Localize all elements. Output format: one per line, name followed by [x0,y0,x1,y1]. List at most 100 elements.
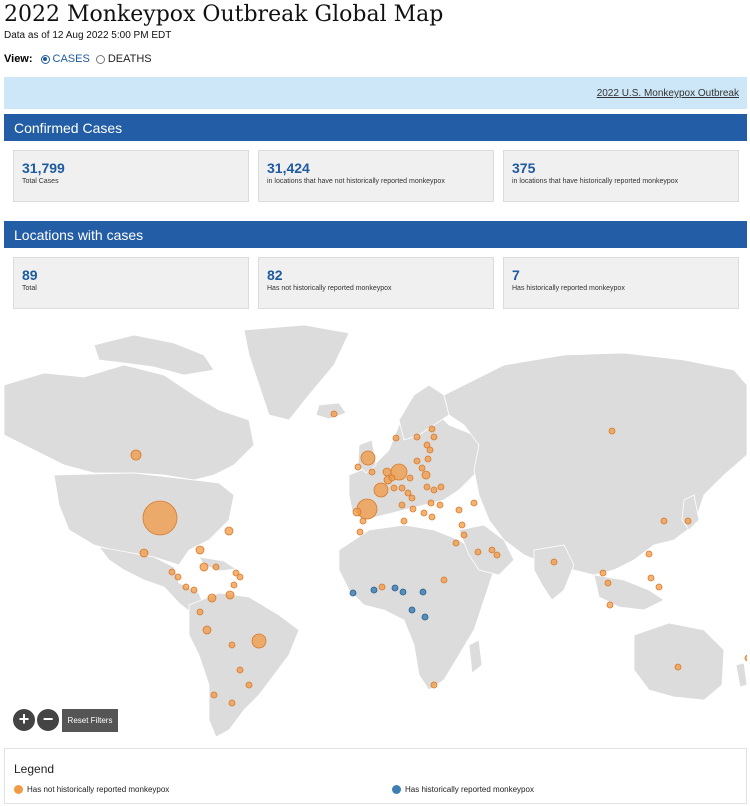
case-bubble-not-historical[interactable] [224,526,234,536]
case-bubble-not-historical[interactable] [455,506,463,514]
case-bubble-not-historical[interactable] [245,681,253,689]
case-bubble-not-historical[interactable] [330,410,338,418]
case-bubble-not-historical[interactable] [437,483,445,491]
case-bubble-not-historical[interactable] [608,427,616,435]
case-bubble-not-historical[interactable] [398,484,406,492]
case-bubble-not-historical[interactable] [470,499,478,507]
case-bubble-not-historical[interactable] [228,699,236,707]
case-bubble-not-historical[interactable] [352,507,362,517]
case-bubble-not-historical[interactable] [142,500,178,536]
case-bubble-not-historical[interactable] [421,470,431,480]
case-bubble-not-historical[interactable] [168,568,176,576]
view-deaths-radio[interactable]: DEATHS [95,53,152,65]
case-bubble-not-historical[interactable] [413,457,421,465]
case-bubble-not-historical[interactable] [382,467,392,477]
case-bubble-not-historical[interactable] [440,576,448,584]
case-bubble-not-historical[interactable] [139,548,149,558]
case-bubble-not-historical[interactable] [684,517,692,525]
case-bubble-not-historical[interactable] [428,425,436,433]
case-bubble-not-historical[interactable] [599,569,607,577]
us-outbreak-link[interactable]: 2022 U.S. Monkeypox Outbreak [597,88,739,99]
case-bubble-not-historical[interactable] [196,608,204,616]
case-bubble-not-historical[interactable] [174,573,182,581]
radio-checked-icon [40,54,50,64]
world-map-svg[interactable] [4,325,747,737]
legend-item-not-historical: Has not historically reported monkeypox [14,785,169,794]
case-bubble-not-historical[interactable] [404,489,412,497]
case-bubble-not-historical[interactable] [550,558,558,566]
case-bubble-not-historical[interactable] [236,666,244,674]
case-bubble-not-historical[interactable] [660,517,668,525]
case-bubble-not-historical[interactable] [430,486,438,494]
case-bubble-not-historical[interactable] [356,528,364,536]
case-bubble-not-historical[interactable] [606,601,614,609]
case-bubble-not-historical[interactable] [236,573,244,581]
case-bubble-not-historical[interactable] [199,562,209,572]
case-bubble-not-historical[interactable] [423,483,431,491]
case-bubble-not-historical[interactable] [368,468,376,476]
case-bubble-not-historical[interactable] [655,583,663,591]
case-bubble-not-historical[interactable] [398,501,406,509]
case-bubble-not-historical[interactable] [228,641,236,649]
case-bubble-not-historical[interactable] [744,654,747,662]
case-bubble-not-historical[interactable] [436,501,444,509]
case-bubble-not-historical[interactable] [426,446,434,454]
case-bubble-historical[interactable] [408,606,416,614]
zoom-out-button[interactable]: − [37,709,59,731]
zoom-in-button[interactable]: + [13,709,35,731]
case-bubble-not-historical[interactable] [430,681,438,689]
case-bubble-not-historical[interactable] [230,581,238,589]
case-bubble-not-historical[interactable] [392,434,400,442]
country-canada [4,364,255,481]
case-bubble-not-historical[interactable] [130,449,142,461]
country-mexico [98,546,205,616]
case-bubble-historical[interactable] [391,584,399,592]
case-bubble-historical[interactable] [349,589,357,597]
world-map[interactable] [4,325,747,737]
case-bubble-not-historical[interactable] [390,484,398,492]
case-bubble-not-historical[interactable] [488,546,496,554]
case-bubble-not-historical[interactable] [182,583,190,591]
case-bubble-not-historical[interactable] [388,474,396,482]
case-bubble-not-historical[interactable] [210,691,218,699]
case-bubble-not-historical[interactable] [430,433,438,441]
case-bubble-not-historical[interactable] [207,593,217,603]
case-bubble-not-historical[interactable] [674,663,682,671]
case-bubble-not-historical[interactable] [418,464,426,472]
case-bubble-not-historical[interactable] [647,574,655,582]
case-bubble-historical[interactable] [399,588,407,596]
case-bubble-historical[interactable] [421,613,429,621]
case-bubble-not-historical[interactable] [428,513,436,521]
case-bubble-not-historical[interactable] [458,521,466,529]
case-bubble-not-historical[interactable] [195,545,205,555]
case-bubble-not-historical[interactable] [408,494,416,502]
case-bubble-not-historical[interactable] [452,539,460,547]
case-bubble-not-historical[interactable] [409,505,417,513]
case-bubble-historical[interactable] [419,588,427,596]
case-bubble-not-historical[interactable] [406,474,414,482]
stat-locations-historical: 7 Has historically reported monkeypox [503,257,739,309]
case-bubble-not-historical[interactable] [202,625,212,635]
case-bubble-not-historical[interactable] [413,433,421,441]
case-bubble-not-historical[interactable] [378,583,386,591]
case-bubble-not-historical[interactable] [354,463,362,471]
case-bubble-not-historical[interactable] [190,586,198,594]
view-cases-radio[interactable]: CASES [40,53,90,65]
case-bubble-not-historical[interactable] [360,450,376,466]
case-bubble-not-historical[interactable] [474,548,482,556]
case-bubble-not-historical[interactable] [212,563,220,571]
reset-filters-button[interactable]: Reset Filters [62,709,118,732]
case-bubble-not-historical[interactable] [359,517,367,525]
case-bubble-not-historical[interactable] [424,455,432,463]
case-bubble-not-historical[interactable] [427,499,435,507]
case-bubble-not-historical[interactable] [604,579,612,587]
case-bubble-not-historical[interactable] [420,509,428,517]
case-bubble-not-historical[interactable] [460,531,468,539]
case-bubble-not-historical[interactable] [493,551,501,559]
case-bubble-historical[interactable] [370,586,378,594]
case-bubble-not-historical[interactable] [400,517,408,525]
case-bubble-not-historical[interactable] [251,633,267,649]
case-bubble-not-historical[interactable] [645,550,653,558]
case-bubble-not-historical[interactable] [373,482,389,498]
case-bubble-not-historical[interactable] [225,590,235,600]
